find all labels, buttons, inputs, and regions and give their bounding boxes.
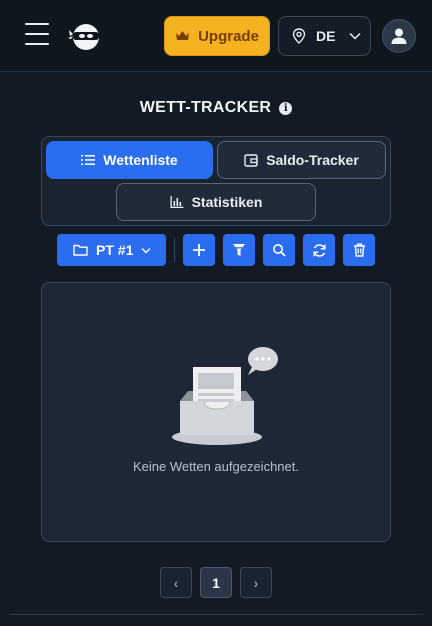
chevron-right-icon: › — [253, 574, 259, 591]
trash-icon — [353, 243, 365, 257]
empty-inbox-icon — [172, 347, 278, 445]
user-icon — [391, 28, 407, 44]
language-selector[interactable]: DE — [278, 16, 371, 56]
refresh-button[interactable] — [303, 234, 335, 266]
folder-selector-button[interactable]: PT #1 — [57, 234, 166, 266]
empty-state-message: Keine Wetten aufgezeichnet. — [133, 459, 299, 474]
crown-icon — [176, 31, 190, 40]
tab-label: Statistiken — [191, 194, 263, 210]
hamburger-menu-icon[interactable] — [25, 23, 49, 49]
list-icon — [81, 155, 96, 165]
page-number: 1 — [212, 574, 220, 591]
pagination-page-1[interactable]: 1 — [200, 567, 232, 598]
upgrade-button[interactable]: Upgrade — [164, 16, 270, 56]
user-avatar-button[interactable] — [382, 19, 416, 53]
search-icon — [273, 244, 286, 257]
wallet-icon — [244, 153, 258, 167]
tab-label: Wettenliste — [103, 152, 178, 168]
toolbar-divider — [174, 238, 175, 262]
location-pin-icon — [292, 28, 306, 44]
pagination-prev-button[interactable]: ‹ — [160, 567, 192, 598]
upgrade-label: Upgrade — [198, 27, 259, 45]
search-button[interactable] — [263, 234, 295, 266]
tab-wettenliste[interactable]: Wettenliste — [46, 141, 213, 179]
refresh-icon — [312, 243, 326, 257]
tab-statistiken[interactable]: Statistiken — [116, 183, 316, 221]
pagination-next-button[interactable]: › — [240, 567, 272, 598]
tab-saldo-tracker[interactable]: Saldo-Tracker — [217, 141, 386, 179]
page-title-row: WETT-TRACKER i — [0, 98, 432, 118]
info-icon[interactable]: i — [279, 101, 293, 115]
bets-list-panel: Keine Wetten aufgezeichnet. — [41, 282, 391, 542]
page-title: WETT-TRACKER — [139, 99, 272, 116]
folder-label: PT #1 — [96, 242, 134, 258]
filter-icon — [233, 244, 245, 256]
tab-label: Saldo-Tracker — [266, 152, 359, 168]
ninja-logo-icon[interactable] — [68, 20, 102, 54]
folder-icon — [73, 244, 88, 256]
chevron-left-icon: ‹ — [173, 574, 179, 591]
top-bar: Upgrade DE — [0, 0, 432, 72]
filter-button[interactable] — [223, 234, 255, 266]
delete-button[interactable] — [343, 234, 375, 266]
plus-icon — [193, 244, 205, 256]
view-tabs: Wettenliste Saldo-Tracker Statistiken — [41, 136, 391, 226]
add-bet-button[interactable] — [183, 234, 215, 266]
bar-chart-icon — [170, 196, 184, 208]
language-label: DE — [316, 28, 336, 44]
chevron-down-icon — [141, 247, 151, 253]
footer-divider — [10, 614, 423, 615]
chevron-down-icon — [349, 32, 361, 40]
